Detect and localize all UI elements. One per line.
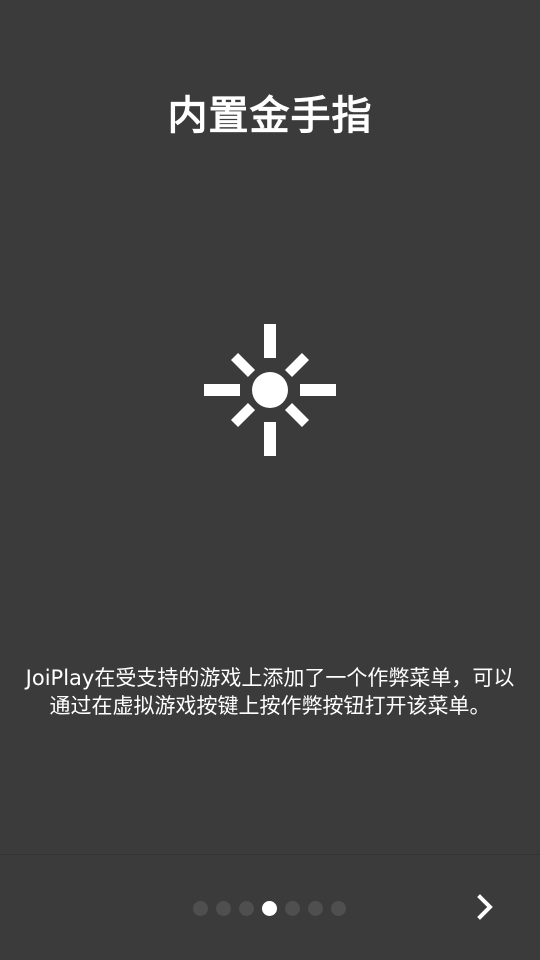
feature-description: JoiPlay在受支持的游戏上添加了一个作弊菜单，可以通过在虚拟游戏按键上按作弊… <box>25 666 515 718</box>
page-dot-6 <box>308 900 323 916</box>
page-dot-7 <box>331 900 346 916</box>
brightness-icon <box>202 322 338 458</box>
next-button[interactable] <box>464 885 508 929</box>
page-dot-5 <box>285 900 300 916</box>
chevron-right-icon <box>472 893 500 921</box>
onboarding-screen: 内置金手指 JoiPlay在受支持的游戏上添加了一个作弊菜单，可以通过在虚拟游戏… <box>0 0 540 960</box>
page-dot-3 <box>239 900 254 916</box>
page-indicator <box>193 900 346 916</box>
page-dot-4-active <box>262 900 277 916</box>
bottom-navigation-bar <box>0 854 540 960</box>
page-dot-2 <box>216 900 231 916</box>
page-title: 内置金手指 <box>167 93 373 139</box>
page-dot-1 <box>193 900 208 916</box>
